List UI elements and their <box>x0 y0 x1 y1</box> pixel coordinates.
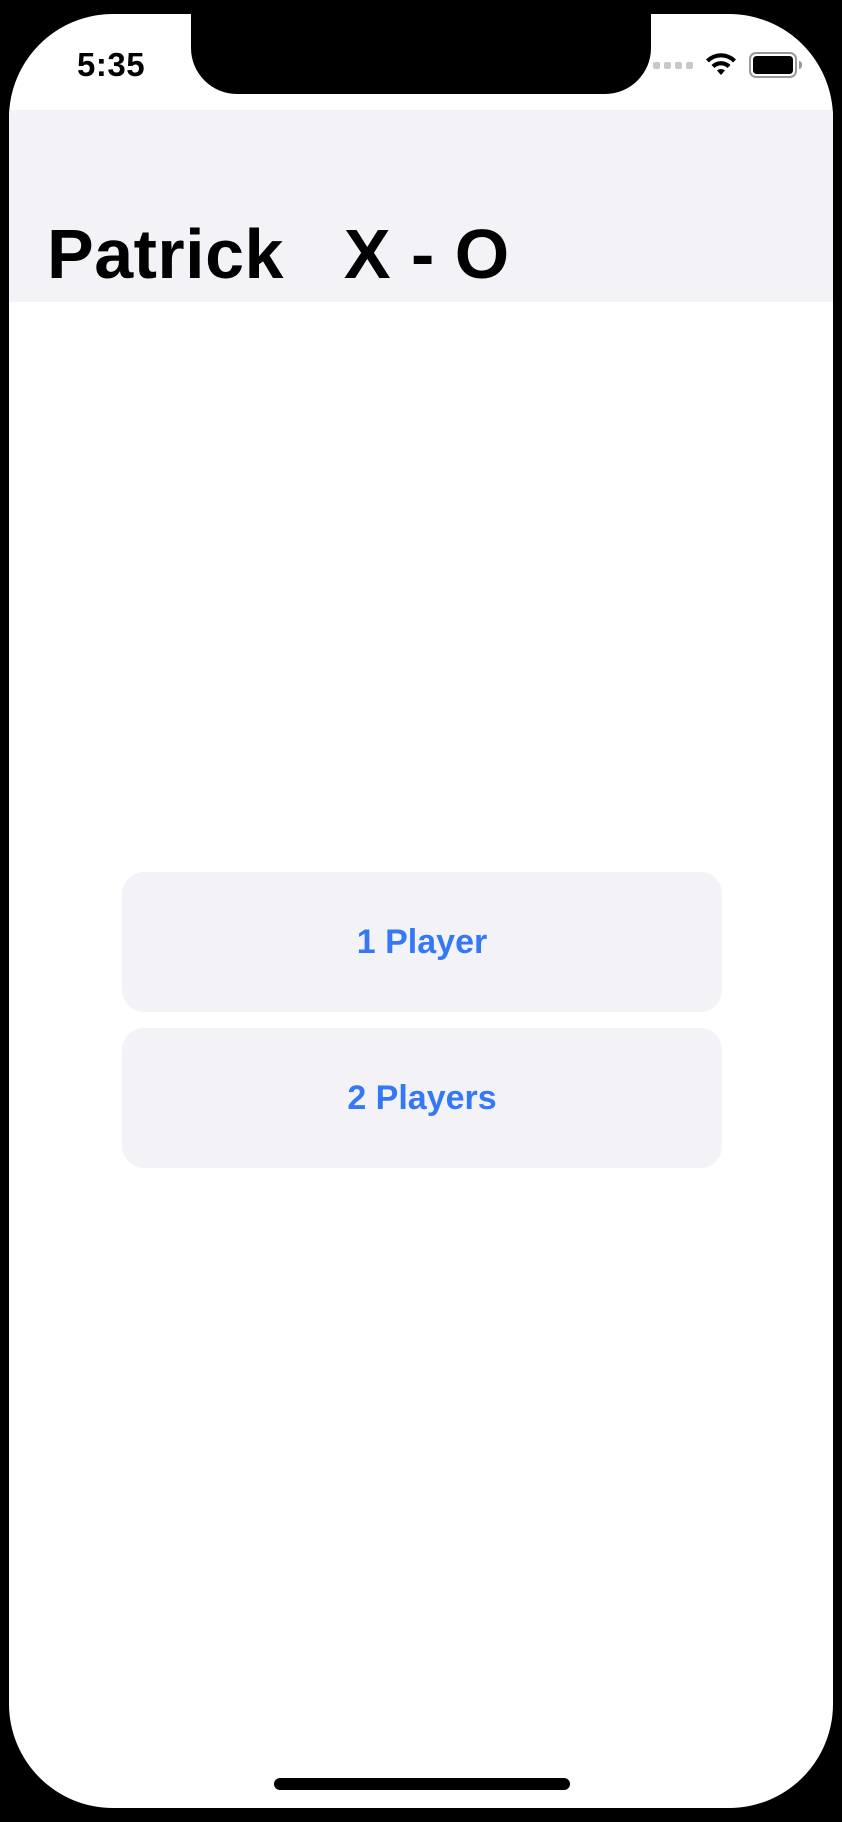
device-frame: 5:35 Patrick X - O 1 Player 2 Players <box>0 0 842 1822</box>
status-time: 5:35 <box>77 46 146 83</box>
wifi-icon <box>706 53 736 75</box>
app-screen: 5:35 Patrick X - O 1 Player 2 Players <box>9 14 833 1808</box>
page-title: Patrick X - O <box>47 215 510 293</box>
navigation-bar: Patrick X - O <box>9 110 833 302</box>
cellular-signal-icon <box>653 61 693 69</box>
two-players-button[interactable]: 2 Players <box>122 1028 722 1168</box>
one-player-button[interactable]: 1 Player <box>122 872 722 1012</box>
two-players-button-label: 2 Players <box>347 1078 497 1117</box>
status-icons <box>653 52 803 78</box>
battery-icon <box>749 52 802 78</box>
device-notch <box>191 14 651 94</box>
home-indicator[interactable] <box>274 1778 570 1790</box>
one-player-button-label: 1 Player <box>356 922 488 961</box>
